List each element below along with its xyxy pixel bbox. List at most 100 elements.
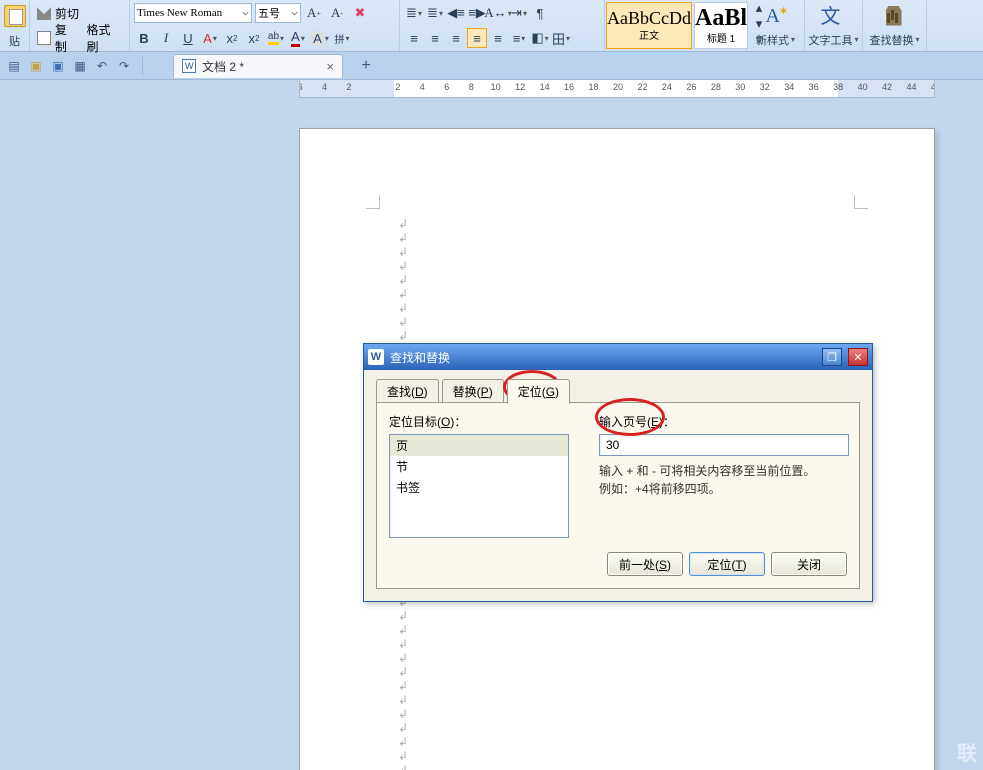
paragraph-marker: ↲ (398, 763, 408, 770)
goto-hint-line1: 输入 + 和 - 可将相关内容移至当前位置。 (599, 464, 815, 478)
highlight-button[interactable]: ab▾ (266, 28, 286, 48)
text-tools-icon (821, 4, 847, 30)
goto-target-item[interactable]: 节 (390, 456, 568, 477)
ruler-ticks: 6422468101214161820222426283032343638404… (300, 80, 934, 97)
paragraph-marker: ↲ (398, 679, 408, 693)
subscript-button[interactable]: x2 (244, 28, 264, 48)
new-style-icon (763, 4, 789, 30)
dialog-titlebar[interactable]: W 查找和替换 ❐ ✕ (364, 344, 872, 370)
align-left-button[interactable]: ≡ (404, 28, 424, 48)
paragraph-marker: ↲ (398, 665, 408, 679)
char-shading-button[interactable]: A▾ (310, 28, 330, 48)
goto-target-listbox[interactable]: 页节书签 (389, 434, 569, 538)
paste-label[interactable]: 贴 (9, 33, 20, 49)
paragraph-marker: ↲ (398, 749, 408, 763)
qat-redo-button[interactable]: ↷ (116, 58, 132, 74)
paragraph-marker: ↲ (398, 287, 408, 301)
tab-replace[interactable]: 替换(P) (442, 379, 504, 404)
font-color-button[interactable]: A▾ (288, 28, 308, 48)
font-size-combo[interactable]: 五号 (255, 3, 301, 23)
horizontal-ruler[interactable]: 6422468101214161820222426283032343638404… (299, 80, 935, 98)
style-normal[interactable]: AaBbCcDd 正文 (606, 2, 692, 49)
char-scale-button[interactable]: A↔▾ (488, 3, 508, 23)
goto-target-item[interactable]: 书签 (390, 477, 568, 498)
phonetic-button[interactable]: 拼▾ (332, 28, 352, 48)
qat-save-button[interactable]: ▣ (50, 58, 66, 74)
right-tools-group: 新样式▾ 文字工具▾ 查找替换▾ (747, 0, 927, 51)
close-button-label: 关闭 (797, 556, 821, 573)
qat-undo-button[interactable]: ↶ (94, 58, 110, 74)
paragraph-marker: ↲ (398, 329, 408, 343)
copy-icon[interactable] (37, 31, 51, 45)
goto-button[interactable]: 定位(T) (689, 552, 765, 576)
tab-find[interactable]: 查找(D) (376, 379, 439, 404)
paragraph-marker: ↲ (398, 707, 408, 721)
prev-button-label: 前一处(S) (619, 556, 671, 573)
borders-button[interactable]: 田▾ (551, 28, 571, 48)
align-justify-button[interactable]: ≡ (467, 28, 487, 48)
goto-target-item[interactable]: 页 (390, 435, 568, 456)
ruler-tick: 44 (907, 82, 917, 92)
ruler-tick: 24 (662, 82, 672, 92)
align-right-button[interactable]: ≡ (446, 28, 466, 48)
style-heading1[interactable]: AaBl 标题 1 (694, 2, 748, 49)
find-replace-dialog: W 查找和替换 ❐ ✕ 查找(D) 替换(P) 定位(G) 定位目标(O)： 页… (363, 343, 873, 602)
strike-button[interactable]: A▾ (200, 28, 220, 48)
text-tools-button[interactable]: 文字工具▾ (805, 0, 863, 51)
tab-goto[interactable]: 定位(G) (507, 379, 570, 404)
ruler-tick: 22 (637, 82, 647, 92)
paragraph-marker: ↲ (398, 735, 408, 749)
font-name-combo[interactable]: Times New Roman (134, 3, 252, 23)
prev-button[interactable]: 前一处(S) (607, 552, 683, 576)
qat-open-button[interactable]: ▣ (28, 58, 44, 74)
tab-stops-button[interactable]: ⇥▾ (509, 3, 529, 23)
document-icon (182, 59, 196, 73)
qat-new-button[interactable]: ▤ (6, 58, 22, 74)
dialog-close-button[interactable]: ✕ (848, 348, 868, 366)
brush-label[interactable]: 格式刷 (87, 21, 123, 55)
find-replace-button[interactable]: 查找替换▾ (863, 0, 927, 51)
margin-corner-tr (854, 195, 868, 209)
ruler-tick: 4 (420, 82, 425, 92)
text-tools-label: 文字工具 (808, 32, 852, 48)
tab-close-button[interactable]: × (326, 59, 334, 74)
numbering-button[interactable]: ≣▾ (425, 3, 445, 23)
decrease-indent-button[interactable]: ◀≡ (446, 3, 466, 23)
document-tab[interactable]: 文档 2 * × (173, 54, 343, 78)
paragraph-marker: ↲ (398, 721, 408, 735)
goto-page-input[interactable] (599, 434, 849, 456)
clear-format-button[interactable]: ✖ (350, 3, 370, 23)
underline-button[interactable]: U (178, 28, 198, 48)
superscript-button[interactable]: x2 (222, 28, 242, 48)
bold-button[interactable]: B (134, 28, 154, 48)
show-marks-button[interactable]: ¶ (530, 3, 550, 23)
bullets-button[interactable]: ≣▾ (404, 3, 424, 23)
paragraph-marker: ↲ (398, 609, 408, 623)
shrink-font-button[interactable]: A- (327, 3, 347, 23)
line-spacing-button[interactable]: ≡▾ (509, 28, 529, 48)
cut-icon (37, 6, 51, 20)
tab-add-button[interactable]: + (355, 55, 377, 77)
paragraph-marker: ↲ (398, 651, 408, 665)
dialog-restore-button[interactable]: ❐ (822, 348, 842, 366)
align-distribute-button[interactable]: ≡ (488, 28, 508, 48)
ruler-tick: 26 (686, 82, 696, 92)
copy-brush-row: 复制 格式刷 (34, 27, 125, 49)
ruler-tick: 14 (540, 82, 550, 92)
italic-button[interactable]: I (156, 28, 176, 48)
new-style-button[interactable]: 新样式▾ (747, 0, 805, 51)
close-button[interactable]: 关闭 (771, 552, 847, 576)
paste-icon[interactable] (4, 5, 26, 27)
tab-find-label: 查找(D) (387, 385, 428, 399)
align-center-button[interactable]: ≡ (425, 28, 445, 48)
ruler-tick: 28 (711, 82, 721, 92)
qat-print-button[interactable]: ▦ (72, 58, 88, 74)
shading-button[interactable]: ◧▾ (530, 28, 550, 48)
paragraph-marker: ↲ (398, 217, 408, 231)
ruler-tick: 34 (784, 82, 794, 92)
paste-group: 贴 (0, 0, 30, 51)
copy-label[interactable]: 复制 (55, 21, 79, 55)
ruler-tick: 18 (589, 82, 599, 92)
goto-target-label: 定位目标(O)： (389, 413, 569, 430)
grow-font-button[interactable]: A+ (304, 3, 324, 23)
